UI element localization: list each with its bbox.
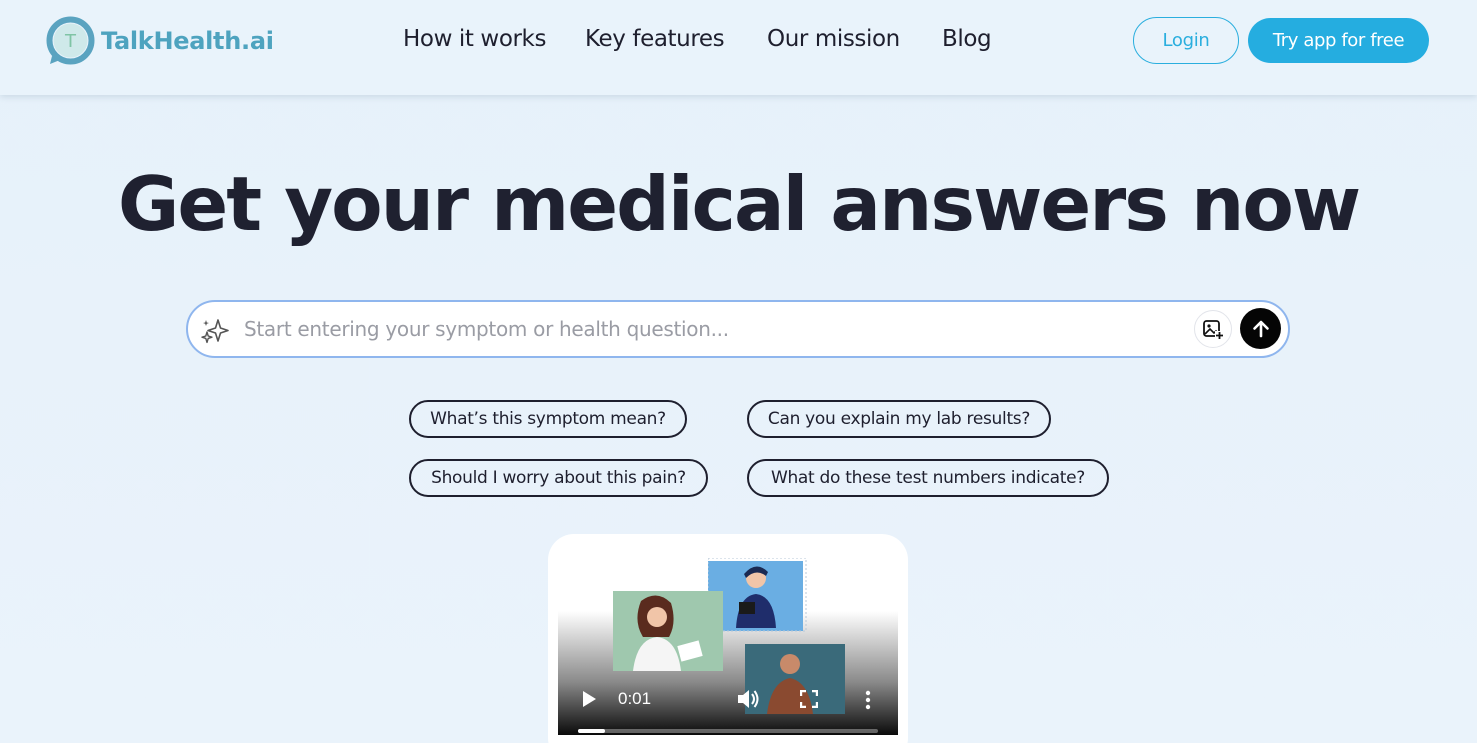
suggestion-chip[interactable]: Should I worry about this pain? — [409, 459, 708, 497]
video-progress-fill — [578, 729, 605, 733]
nav-how-it-works[interactable]: How it works — [403, 26, 546, 52]
brand-logo[interactable]: T TalkHealth.ai — [46, 16, 274, 65]
login-button[interactable]: Login — [1133, 17, 1239, 64]
nav-blog[interactable]: Blog — [942, 26, 992, 52]
video-player[interactable]: 0:01 — [558, 558, 898, 735]
search-bar — [186, 300, 1290, 358]
patient-illustration — [613, 591, 723, 671]
logo-letter: T — [64, 31, 77, 52]
chat-bubble-logo-icon: T — [46, 16, 95, 65]
add-image-icon — [1203, 320, 1224, 340]
nav-our-mission[interactable]: Our mission — [767, 26, 900, 52]
doctor-illustration — [708, 558, 807, 632]
video-progress-bar[interactable] — [578, 729, 878, 733]
video-card: 0:01 — [548, 534, 908, 743]
try-app-button[interactable]: Try app for free — [1248, 18, 1429, 63]
brand-name: TalkHealth.ai — [101, 26, 274, 55]
nav-key-features[interactable]: Key features — [585, 26, 725, 52]
consult-illustration — [745, 644, 845, 714]
suggestion-chip[interactable]: What’s this symptom mean? — [409, 400, 687, 438]
video-time: 0:01 — [618, 689, 652, 708]
add-image-button[interactable] — [1194, 310, 1232, 348]
suggestion-chip[interactable]: What do these test numbers indicate? — [747, 459, 1109, 497]
arrow-up-icon — [1252, 320, 1269, 337]
sparkle-icon — [201, 319, 229, 344]
hero-title: Get your medical answers now — [117, 160, 1361, 248]
send-button[interactable] — [1240, 308, 1281, 349]
search-input[interactable] — [244, 302, 1174, 356]
fullscreen-icon[interactable] — [800, 690, 818, 708]
volume-icon[interactable] — [736, 688, 760, 710]
more-options-icon[interactable] — [864, 690, 872, 710]
suggestion-chip[interactable]: Can you explain my lab results? — [747, 400, 1051, 438]
site-header: T TalkHealth.ai How it works Key feature… — [0, 0, 1477, 95]
play-icon[interactable] — [580, 690, 598, 708]
